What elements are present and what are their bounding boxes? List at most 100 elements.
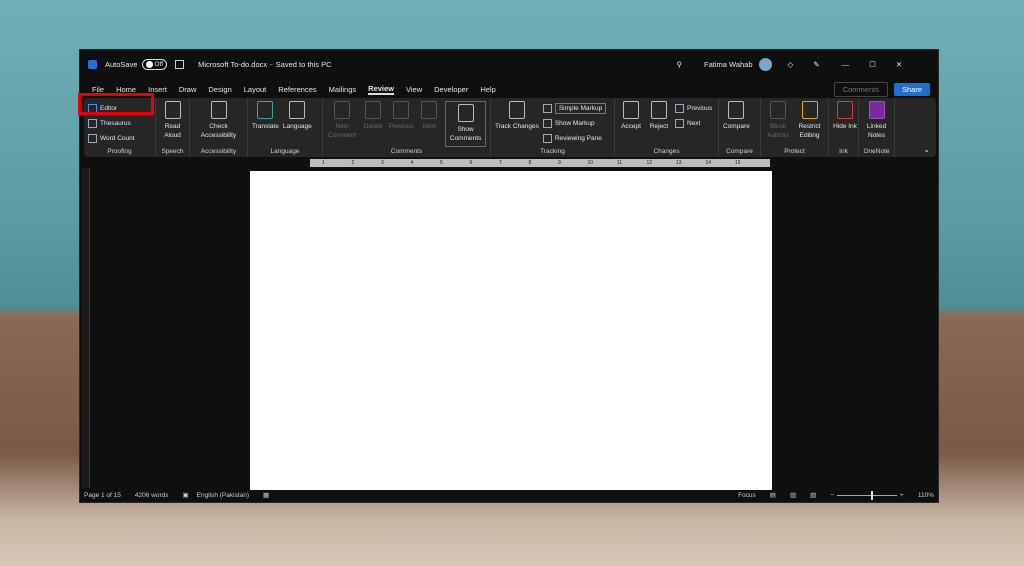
group-label: OneNote xyxy=(863,148,890,155)
hide-ink-button[interactable]: Hide Ink xyxy=(833,101,857,147)
check-accessibility-button[interactable]: Check Accessibility xyxy=(194,101,243,147)
zoom-thumb[interactable] xyxy=(871,490,874,500)
group-compare: Compare Compare xyxy=(719,98,761,157)
check-accessibility-label: Check Accessibility xyxy=(200,123,237,139)
language-icon xyxy=(289,101,306,119)
autosave-toggle[interactable]: Off xyxy=(141,58,168,70)
horizontal-ruler[interactable]: 1 2 3 4 5 6 7 8 9 10 11 12 13 14 15 xyxy=(310,159,770,167)
compare-icon xyxy=(728,101,745,119)
save-icon[interactable] xyxy=(175,59,185,69)
focus-button[interactable]: Focus xyxy=(738,492,756,499)
ruler-tick: 15 xyxy=(735,160,741,166)
tab-developer[interactable]: Developer xyxy=(434,85,468,94)
tab-layout[interactable]: Layout xyxy=(244,85,267,94)
save-status[interactable]: Saved to this PC xyxy=(276,60,332,69)
word-count-label: Word Count xyxy=(100,135,135,142)
tab-references[interactable]: References xyxy=(278,85,316,94)
restrict-editing-button[interactable]: Restrict Editing xyxy=(795,101,824,147)
comments-button[interactable]: Comments xyxy=(833,81,888,97)
show-markup-icon xyxy=(542,119,552,128)
reviewing-pane-label: Reviewing Pane xyxy=(554,135,602,142)
track-changes-icon xyxy=(508,101,525,119)
page-count[interactable]: Page 1 of 15 xyxy=(84,492,121,499)
tab-view[interactable]: View xyxy=(406,85,422,94)
show-comments-button[interactable]: Show Comments xyxy=(445,101,486,147)
doc-title[interactable]: Microsoft To-do.docx xyxy=(198,60,267,69)
thesaurus-button[interactable]: Thesaurus xyxy=(88,116,151,131)
title-bar: AutoSave Off Microsoft To-do.docx - Save… xyxy=(80,50,938,78)
accept-button[interactable]: Accept xyxy=(619,101,643,147)
new-comment-button[interactable]: New Comment xyxy=(327,101,357,147)
next-comment-icon xyxy=(421,101,438,119)
delete-comment-button[interactable]: Delete xyxy=(361,101,385,147)
minimize-icon[interactable]: — xyxy=(842,60,850,69)
vertical-ruler[interactable] xyxy=(82,168,90,488)
onenote-icon xyxy=(868,101,885,119)
tab-mailings[interactable]: Mailings xyxy=(329,85,357,94)
group-changes: Accept Reject Previous Next Changes xyxy=(615,98,719,157)
document-page[interactable] xyxy=(250,171,772,490)
track-changes-button[interactable]: Track Changes xyxy=(495,101,539,147)
next-comment-button[interactable]: Next xyxy=(417,101,441,147)
word-window: AutoSave Off Microsoft To-do.docx - Save… xyxy=(79,49,939,503)
accessibility-status-icon[interactable]: ▦ xyxy=(263,491,269,499)
tab-review[interactable]: Review xyxy=(368,84,395,95)
show-comments-icon xyxy=(457,104,474,122)
share-button[interactable]: Share xyxy=(893,82,930,96)
block-authors-button[interactable]: Block Authors xyxy=(765,101,791,147)
read-mode-icon[interactable]: ▤ xyxy=(770,491,776,499)
hide-ink-label: Hide Ink xyxy=(833,123,857,130)
previous-change-button[interactable]: Previous xyxy=(675,101,712,116)
next-change-button[interactable]: Next xyxy=(675,116,712,131)
search-icon[interactable]: ⚲ xyxy=(677,60,683,69)
compare-button[interactable]: Compare xyxy=(723,101,750,147)
group-label: Proofing xyxy=(107,148,132,155)
read-aloud-button[interactable]: Read Aloud xyxy=(160,101,185,147)
read-aloud-label: Read Aloud xyxy=(164,123,181,139)
print-layout-icon[interactable]: ▥ xyxy=(790,491,796,499)
reviewing-pane-button[interactable]: Reviewing Pane xyxy=(542,131,606,146)
close-icon[interactable]: ✕ xyxy=(896,60,902,69)
group-onenote: Linked Notes OneNote xyxy=(859,98,895,157)
tab-help[interactable]: Help xyxy=(480,85,495,94)
language-button[interactable]: Language xyxy=(283,101,312,147)
group-label: Comments xyxy=(390,148,423,155)
user-name[interactable]: Fatima Wahab xyxy=(704,60,753,69)
group-label: Changes xyxy=(653,148,680,155)
lock-icon xyxy=(801,101,818,119)
word-count[interactable]: 4206 words xyxy=(135,492,169,499)
reject-button[interactable]: Reject xyxy=(647,101,671,147)
ruler-tick: 9 xyxy=(558,160,561,166)
pen-icon[interactable]: ✎ xyxy=(813,60,819,69)
previous-comment-button[interactable]: Previous xyxy=(388,101,414,147)
collapse-ribbon-icon[interactable]: ⌄ xyxy=(923,145,930,154)
avatar[interactable] xyxy=(758,57,772,71)
group-speech: Read Aloud Speech xyxy=(156,98,190,157)
ruler-tick: 3 xyxy=(381,160,384,166)
previous-label: Previous xyxy=(388,123,414,130)
markup-select[interactable]: Simple Markup xyxy=(542,101,607,116)
title-separator: - xyxy=(270,59,273,69)
translate-button[interactable]: Translate xyxy=(252,101,279,147)
group-language: Translate Language Language xyxy=(248,98,323,157)
proofing-icon[interactable]: ▣ xyxy=(182,491,188,499)
new-comment-icon xyxy=(334,101,351,119)
track-changes-label: Track Changes xyxy=(495,123,539,130)
linked-notes-button[interactable]: Linked Notes xyxy=(863,101,890,147)
group-label: Protect xyxy=(784,148,805,155)
maximize-icon[interactable]: ☐ xyxy=(869,60,876,69)
autosave-label: AutoSave xyxy=(105,59,138,69)
tab-design[interactable]: Design xyxy=(208,85,231,94)
zoom-slider[interactable]: − + xyxy=(830,490,904,500)
hide-ink-icon xyxy=(837,101,853,119)
group-ink: Hide Ink Ink xyxy=(829,98,859,157)
word-count-button[interactable]: Word Count xyxy=(88,131,151,146)
ruler-tick: 1 xyxy=(322,160,325,166)
read-aloud-icon xyxy=(164,101,181,119)
language-status[interactable]: English (Pakistan) xyxy=(197,492,249,499)
show-markup-button[interactable]: Show Markup xyxy=(542,116,606,131)
diamond-icon[interactable]: ◇ xyxy=(788,60,794,69)
tab-draw[interactable]: Draw xyxy=(179,85,197,94)
zoom-level[interactable]: 110% xyxy=(918,492,934,499)
web-layout-icon[interactable]: ▧ xyxy=(810,491,816,499)
